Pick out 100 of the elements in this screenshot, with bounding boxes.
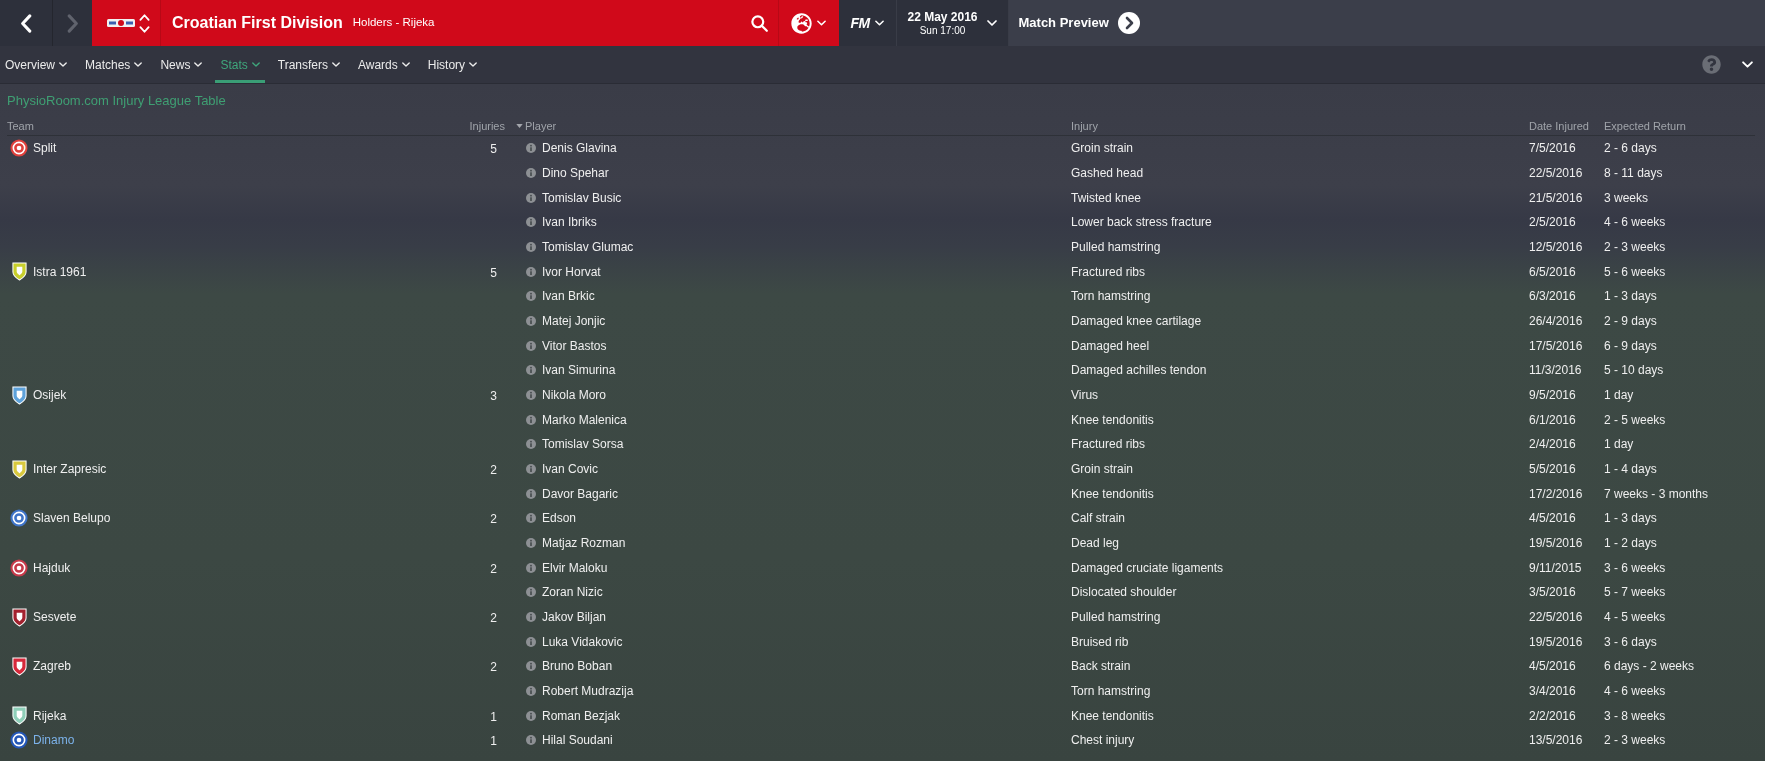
column-header[interactable]: Injuries: [469, 117, 505, 135]
nav-tab[interactable]: History: [422, 46, 483, 83]
chevron-left-icon: [20, 13, 32, 33]
player-name[interactable]: Ivan Simurina: [542, 361, 616, 380]
chevron-down-icon: [817, 20, 826, 26]
info-icon[interactable]: [526, 192, 536, 203]
team-name[interactable]: Hajduk: [33, 558, 71, 577]
player-name[interactable]: Bruno Boban: [542, 657, 613, 676]
injury-date: 6/5/2016: [1529, 264, 1576, 279]
expected-return: 1 day: [1604, 437, 1634, 452]
player-name[interactable]: Jakov Biljan: [542, 608, 607, 627]
player-name[interactable]: Elvir Maloku: [542, 558, 608, 577]
info-icon[interactable]: [526, 414, 536, 425]
player-name[interactable]: Nikola Moro: [542, 386, 607, 405]
info-icon[interactable]: [526, 168, 536, 178]
fm-menu-button[interactable]: FM: [838, 0, 897, 46]
player-name[interactable]: Vitor Bastos: [542, 336, 607, 355]
injury-date: 9/5/2016: [1529, 388, 1576, 403]
team-name[interactable]: Osijek: [33, 386, 67, 405]
info-icon[interactable]: [526, 488, 536, 499]
player-name[interactable]: Matej Jonjic: [542, 312, 606, 331]
info-icon[interactable]: [526, 340, 536, 351]
chevron-down-icon: [401, 62, 410, 67]
info-icon[interactable]: [526, 710, 536, 721]
injury-date: 13/5/2016: [1529, 733, 1583, 748]
nav-tab[interactable]: Awards: [353, 46, 415, 83]
date-button[interactable]: 22 May 2016 Sun 17:00: [896, 0, 1009, 46]
player-name[interactable]: Matjaz Rozman: [542, 534, 626, 553]
player-name[interactable]: Ivan Brkic: [542, 287, 595, 306]
info-icon[interactable]: [526, 587, 536, 598]
player-name[interactable]: Ivan Covic: [542, 460, 599, 479]
search-icon[interactable]: [750, 14, 768, 32]
column-header[interactable]: Expected Return: [1604, 117, 1686, 135]
nav-tab[interactable]: News: [155, 46, 208, 83]
chevron-down-icon: [59, 62, 67, 67]
injury-count: 2: [490, 610, 497, 628]
info-icon[interactable]: [526, 686, 536, 697]
info-icon[interactable]: [526, 143, 536, 154]
player-name[interactable]: Edson: [542, 509, 577, 528]
info-icon[interactable]: [526, 316, 536, 327]
info-icon[interactable]: [526, 513, 536, 524]
info-icon[interactable]: [526, 390, 536, 401]
team-name[interactable]: Sesvete: [33, 608, 77, 627]
injury-date: 3/5/2016: [1529, 585, 1576, 600]
team-name[interactable]: Rijeka: [33, 706, 67, 725]
expected-return: 3 - 8 weeks: [1604, 708, 1666, 723]
column-header[interactable]: Team: [7, 117, 34, 135]
info-icon[interactable]: [526, 365, 536, 376]
chevron-down-icon[interactable]: [1742, 61, 1753, 68]
info-icon[interactable]: [526, 735, 536, 746]
column-header[interactable]: Player: [525, 117, 557, 135]
injury-date: 19/5/2016: [1529, 634, 1583, 649]
player-name[interactable]: Zoran Nizic: [542, 583, 603, 602]
info-icon[interactable]: [526, 464, 536, 475]
injury-text: Damaged knee cartilage: [1071, 314, 1202, 329]
info-icon[interactable]: [526, 661, 536, 672]
info-icon[interactable]: [526, 562, 536, 573]
info-icon[interactable]: [526, 266, 536, 277]
team-name[interactable]: Split: [33, 139, 57, 158]
player-name[interactable]: Roman Bezjak: [542, 706, 621, 725]
team-name[interactable]: Dinamo: [33, 731, 75, 750]
info-icon[interactable]: [526, 538, 536, 549]
team-name[interactable]: Inter Zapresic: [33, 460, 107, 479]
chevron-down-icon: [134, 62, 143, 67]
player-name[interactable]: Denis Glavina: [542, 139, 617, 158]
player-name[interactable]: Luka Vidakovic: [542, 632, 623, 651]
info-icon[interactable]: [526, 612, 536, 623]
player-name[interactable]: Davor Bagaric: [542, 484, 619, 503]
injury-text: Fractured ribs: [1071, 264, 1146, 279]
player-name[interactable]: Dino Spehar: [542, 164, 609, 182]
player-name[interactable]: Tomislav Busic: [542, 188, 622, 207]
nav-tab[interactable]: Transfers: [272, 46, 345, 83]
info-icon[interactable]: [526, 291, 536, 302]
expected-return: 5 - 7 weeks: [1604, 585, 1666, 600]
player-name[interactable]: Marko Malenica: [542, 410, 627, 429]
help-icon[interactable]: [1702, 55, 1721, 74]
column-header[interactable]: Date Injured: [1529, 117, 1589, 135]
player-name[interactable]: Robert Mudrazija: [542, 682, 634, 701]
team-name[interactable]: Istra 1961: [33, 262, 87, 281]
info-icon[interactable]: [526, 217, 536, 228]
player-name[interactable]: Tomislav Glumac: [542, 238, 634, 256]
info-icon[interactable]: [526, 636, 536, 647]
chevron-down-icon: [874, 20, 884, 26]
injury-text: Torn hamstring: [1071, 289, 1151, 304]
player-name[interactable]: Ivan Ibriks: [542, 213, 597, 232]
back-button[interactable]: [0, 0, 53, 46]
injury-count: 1: [490, 733, 497, 751]
info-icon[interactable]: [526, 439, 536, 450]
team-name[interactable]: Zagreb: [33, 657, 72, 676]
team-name[interactable]: Slaven Belupo: [33, 509, 111, 528]
player-name[interactable]: Tomislav Sorsa: [542, 435, 624, 454]
injury-date: 2/5/2016: [1529, 215, 1576, 230]
player-name[interactable]: Ivor Horvat: [542, 262, 601, 281]
injury-date: 4/5/2016: [1529, 511, 1576, 526]
player-name[interactable]: Hilal Soudani: [542, 731, 613, 750]
nav-tab[interactable]: Overview: [0, 46, 72, 83]
column-header[interactable]: Injury: [1071, 117, 1098, 135]
info-icon[interactable]: [526, 242, 536, 252]
nav-tab[interactable]: Matches: [80, 46, 148, 83]
injury-text: Twisted knee: [1071, 190, 1142, 205]
